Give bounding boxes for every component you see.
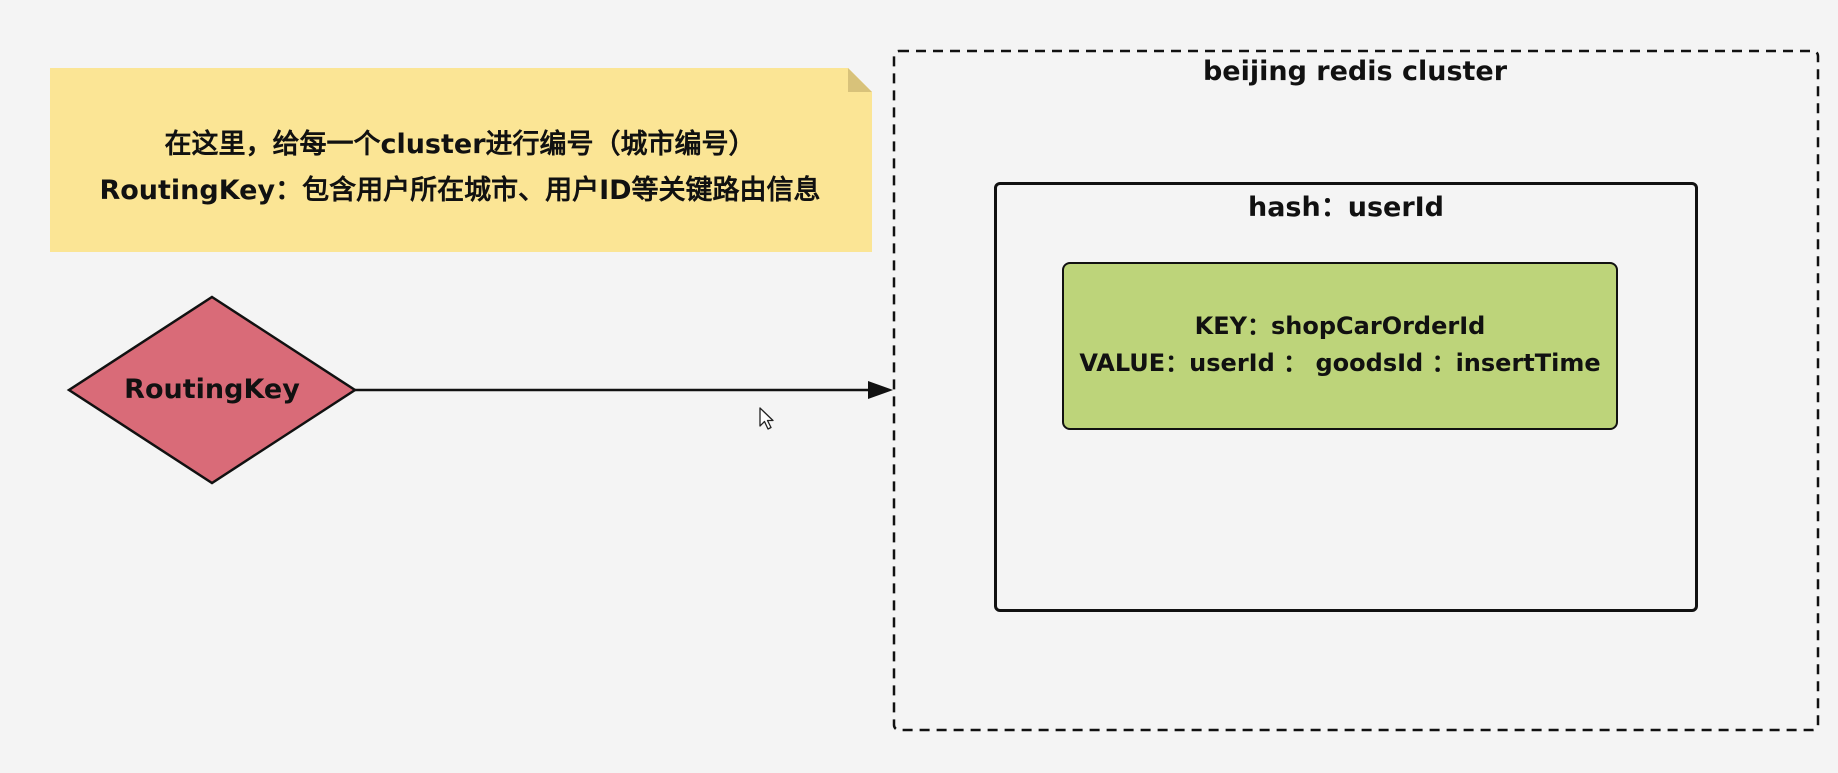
- routing-key-label: RoutingKey: [124, 374, 300, 405]
- cluster-title: beijing redis cluster: [1202, 56, 1508, 87]
- connector-arrowhead: [868, 381, 893, 399]
- key-value-text: KEY：shopCarOrderId VALUE：userId ： goodsI…: [1064, 308, 1616, 382]
- value-line: VALUE：userId ： goodsId ：insertTime: [1079, 349, 1601, 377]
- hash-title: hash：userId: [1247, 192, 1445, 223]
- key-line: KEY：shopCarOrderId: [1194, 312, 1486, 340]
- key-value-box[interactable]: KEY：shopCarOrderId VALUE：userId ： goodsI…: [1062, 262, 1618, 430]
- mouse-pointer-icon: [759, 407, 774, 430]
